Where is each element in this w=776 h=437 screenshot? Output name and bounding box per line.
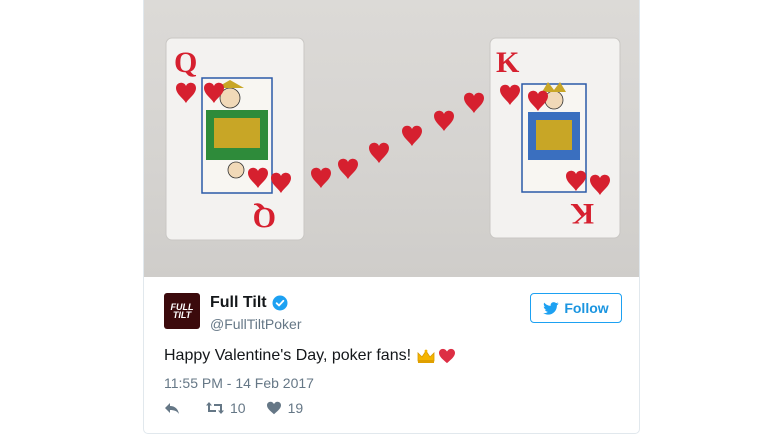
follow-button-label: Follow: [564, 300, 609, 316]
retweet-icon: [206, 402, 224, 414]
avatar[interactable]: FULL TILT: [164, 293, 200, 329]
like-count: 19: [287, 400, 304, 416]
tweet-text: Happy Valentine's Day, poker fans!: [164, 347, 456, 365]
king-card: K K: [489, 37, 621, 239]
tweet-actions: 10 19: [164, 400, 323, 416]
like-button[interactable]: 19: [266, 400, 304, 416]
display-name[interactable]: Full Tilt: [210, 294, 267, 312]
playing-cards-photo: Q Q K K: [165, 37, 621, 241]
hearts-trail: [311, 92, 484, 188]
follow-button[interactable]: Follow: [530, 293, 622, 323]
reply-icon: [165, 403, 179, 414]
tweet-timestamp[interactable]: 11:55 PM - 14 Feb 2017: [164, 375, 314, 391]
queen-rank-bottom: Q: [253, 201, 276, 234]
tweet-header: FULL TILT Full Tilt @FullTiltPoker Follo…: [164, 293, 622, 333]
queen-card: Q Q: [165, 37, 305, 241]
queen-rank-top: Q: [174, 46, 197, 79]
reply-button[interactable]: [164, 401, 186, 415]
king-rank-bottom: K: [570, 197, 594, 230]
name-row: Full Tilt: [210, 294, 288, 312]
user-handle[interactable]: @FullTiltPoker: [210, 316, 302, 332]
king-rank-top: K: [496, 46, 520, 79]
tweet-body: Happy Valentine's Day, poker fans!: [164, 347, 412, 364]
tweet-card: Q Q K K FULL TILT Full Tilt @FullTiltPok…: [143, 0, 640, 434]
retweet-count: 10: [230, 400, 246, 416]
retweet-button[interactable]: 10: [206, 400, 246, 416]
twitter-bird-icon: [543, 301, 559, 315]
tweet-media-image[interactable]: Q Q K K: [144, 0, 639, 277]
verified-badge-icon: [272, 295, 288, 311]
avatar-logo-text: FULL TILT: [170, 302, 194, 320]
red-heart-emoji: [439, 348, 456, 364]
crown-emoji: [417, 349, 435, 363]
heart-icon: [266, 401, 281, 415]
